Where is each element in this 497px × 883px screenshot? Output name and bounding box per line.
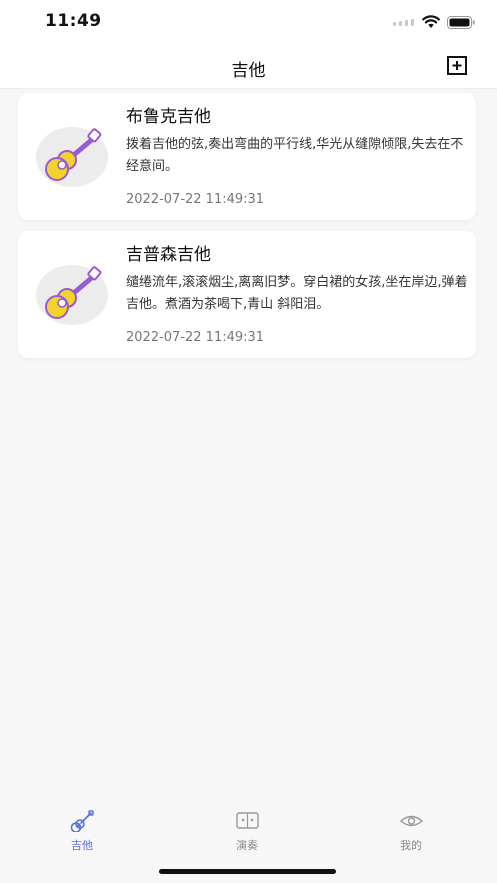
status-icons	[393, 14, 475, 30]
status-bar: 11:49	[0, 0, 497, 48]
battery-icon	[447, 15, 475, 29]
tab-play[interactable]: 演奏	[197, 810, 297, 852]
card-description: 拨着吉他的弦,奏出弯曲的平行线,华光从缝隙倾限,失去在不经意间。	[126, 137, 464, 174]
tab-label: 我的	[400, 839, 422, 852]
nav-bar: 吉他	[0, 48, 497, 89]
tab-guitar[interactable]: 吉他	[32, 810, 132, 852]
card-timestamp: 2022-07-22 11:49:31	[126, 192, 265, 207]
book-icon	[236, 812, 259, 829]
page-title: 吉他	[231, 61, 266, 81]
card-timestamp: 2022-07-22 11:49:31	[126, 330, 265, 345]
plus-square-icon	[447, 56, 467, 75]
add-button[interactable]	[446, 55, 468, 77]
tab-label: 吉他	[71, 839, 93, 852]
wifi-icon	[422, 15, 440, 28]
guitar-card[interactable]: 布鲁克吉他 拨着吉他的弦,奏出弯曲的平行线,华光从缝隙倾限,失去在不经意间。 2…	[18, 93, 476, 220]
status-time: 11:49	[45, 11, 102, 31]
eye-icon	[399, 815, 424, 827]
guitar-icon	[35, 264, 109, 326]
card-title: 吉普森吉他	[126, 245, 211, 265]
card-title: 布鲁克吉他	[126, 107, 211, 127]
guitar-card[interactable]: 吉普森吉他 缱绻流年,滚滚烟尘,离离旧梦。穿白裙的女孩,坐在岸边,弹着吉他。煮酒…	[18, 231, 476, 358]
guitar-tab-icon	[70, 810, 94, 832]
home-indicator	[159, 869, 336, 874]
card-description: 缱绻流年,滚滚烟尘,离离旧梦。穿白裙的女孩,坐在岸边,弹着吉他。煮酒为茶喝下,青…	[126, 275, 468, 312]
cellular-signal-icon	[393, 19, 414, 26]
tab-label: 演奏	[236, 839, 258, 852]
guitar-icon	[35, 126, 109, 188]
tab-mine[interactable]: 我的	[361, 810, 461, 852]
